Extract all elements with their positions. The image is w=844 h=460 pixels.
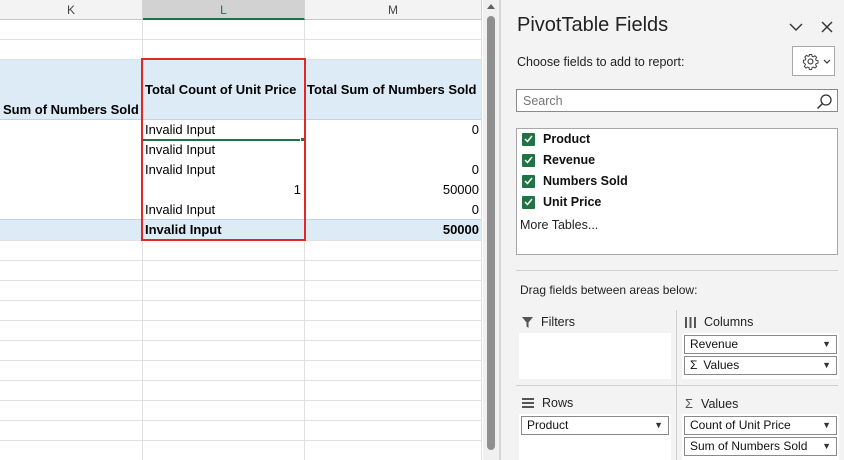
filters-drop-area[interactable] (519, 333, 671, 379)
columns-pill-values[interactable]: Σ Values ▼ (684, 356, 837, 375)
field-item-numbers-sold[interactable]: Numbers Sold (522, 172, 628, 190)
chevron-down-icon[interactable]: ▼ (654, 417, 663, 434)
pane-title: PivotTable Fields (517, 14, 669, 36)
pivottable-fields-pane: PivotTable Fields Choose fields to add t… (501, 0, 844, 460)
chevron-down-icon[interactable]: ▼ (822, 438, 831, 455)
filter-icon (522, 316, 533, 328)
sigma-icon: Σ (690, 358, 698, 372)
cell-m-row5[interactable]: 0 (304, 200, 482, 220)
field-label: Unit Price (543, 195, 602, 209)
field-list: Product Revenue Numbers Sold Unit Price … (516, 128, 838, 255)
columns-icon (685, 316, 696, 328)
more-tables-link[interactable]: More Tables... (520, 218, 598, 232)
rows-icon (522, 398, 534, 408)
cell-m-row4[interactable]: 50000 (304, 180, 482, 200)
drag-fields-label: Drag fields between areas below: (520, 283, 698, 297)
gear-icon (802, 53, 819, 70)
column-header-m[interactable]: M (305, 0, 482, 20)
sigma-icon: Σ (685, 396, 694, 411)
fill-handle[interactable] (300, 137, 305, 142)
scrollbar-thumb[interactable] (487, 16, 495, 450)
chevron-down-icon[interactable] (789, 22, 803, 32)
cell-m-total[interactable]: 50000 (304, 220, 482, 240)
cell-l-row2[interactable]: Invalid Input (142, 140, 304, 160)
scroll-up-arrow-icon[interactable] (487, 4, 495, 9)
field-label: Revenue (543, 153, 596, 167)
values-pill-sum-of-numbers-sold[interactable]: Sum of Numbers Sold ▼ (684, 437, 837, 456)
values-area-title: Σ Values (685, 396, 738, 411)
rows-area-title: Rows (522, 396, 573, 410)
column-header-l[interactable]: L (143, 0, 305, 20)
cell-m-row2[interactable] (304, 140, 482, 160)
field-label: Product (543, 132, 591, 146)
areas-divider (516, 270, 838, 271)
header-total-sum-of-numbers-sold[interactable]: Total Sum of Numbers Sold (304, 80, 482, 100)
pill-label: Product (527, 418, 569, 432)
values-pill-count-of-unit-price[interactable]: Count of Unit Price ▼ (684, 416, 837, 435)
vertical-scrollbar[interactable] (483, 0, 499, 460)
chevron-down-icon[interactable]: ▼ (822, 417, 831, 434)
checkbox-checked-icon[interactable] (522, 174, 535, 188)
field-item-unit-price[interactable]: Unit Price (522, 193, 601, 211)
field-label: Numbers Sold (543, 174, 628, 188)
search-icon[interactable] (816, 93, 833, 110)
checkbox-checked-icon[interactable] (522, 195, 535, 209)
cell-l-row4[interactable]: 1 (142, 180, 304, 200)
choose-fields-label: Choose fields to add to report: (517, 55, 685, 69)
columns-pill-revenue[interactable]: Revenue ▼ (684, 335, 837, 354)
checkbox-checked-icon[interactable] (522, 153, 535, 167)
close-icon[interactable] (821, 21, 833, 33)
header-total-count-of-unit-price[interactable]: Total Count of Unit Price (142, 80, 304, 100)
spreadsheet-grid[interactable]: K L M Sum of Numbers Sold Total Count of… (0, 0, 482, 460)
field-item-revenue[interactable]: Revenue (522, 151, 595, 169)
values-label: Values (701, 396, 739, 411)
filters-area-title: Filters (522, 315, 575, 329)
column-header-k[interactable]: K (0, 0, 143, 20)
pill-label: Count of Unit Price (690, 418, 791, 432)
pill-label: Revenue (690, 337, 739, 351)
header-sum-of-numbers-sold[interactable]: Sum of Numbers Sold (0, 100, 142, 120)
filters-label: Filters (541, 315, 576, 329)
area-row-separator (516, 385, 838, 386)
pill-label: Values (703, 358, 740, 372)
active-cell-indicator (143, 139, 303, 141)
dropdown-arrow-icon (823, 59, 831, 64)
cell-l-row3[interactable]: Invalid Input (142, 160, 304, 180)
cell-l-total[interactable]: Invalid Input (142, 220, 304, 240)
chevron-down-icon[interactable]: ▼ (822, 357, 831, 374)
field-search-box[interactable] (516, 89, 838, 112)
checkbox-checked-icon[interactable] (522, 132, 535, 146)
cell-m-row3[interactable]: 0 (304, 160, 482, 180)
rows-label: Rows (542, 396, 574, 410)
cell-l-row1[interactable]: Invalid Input (142, 120, 304, 140)
columns-label: Columns (704, 315, 754, 329)
field-item-product[interactable]: Product (522, 130, 590, 148)
rows-pill-product[interactable]: Product ▼ (521, 416, 669, 435)
cell-m-row1[interactable]: 0 (304, 120, 482, 140)
search-input[interactable] (517, 90, 812, 111)
tools-button[interactable] (792, 46, 835, 76)
columns-area-title: Columns (685, 315, 753, 329)
cell-l-row5[interactable]: Invalid Input (142, 200, 304, 220)
chevron-down-icon[interactable]: ▼ (822, 336, 831, 353)
pill-label: Sum of Numbers Sold (690, 439, 808, 453)
